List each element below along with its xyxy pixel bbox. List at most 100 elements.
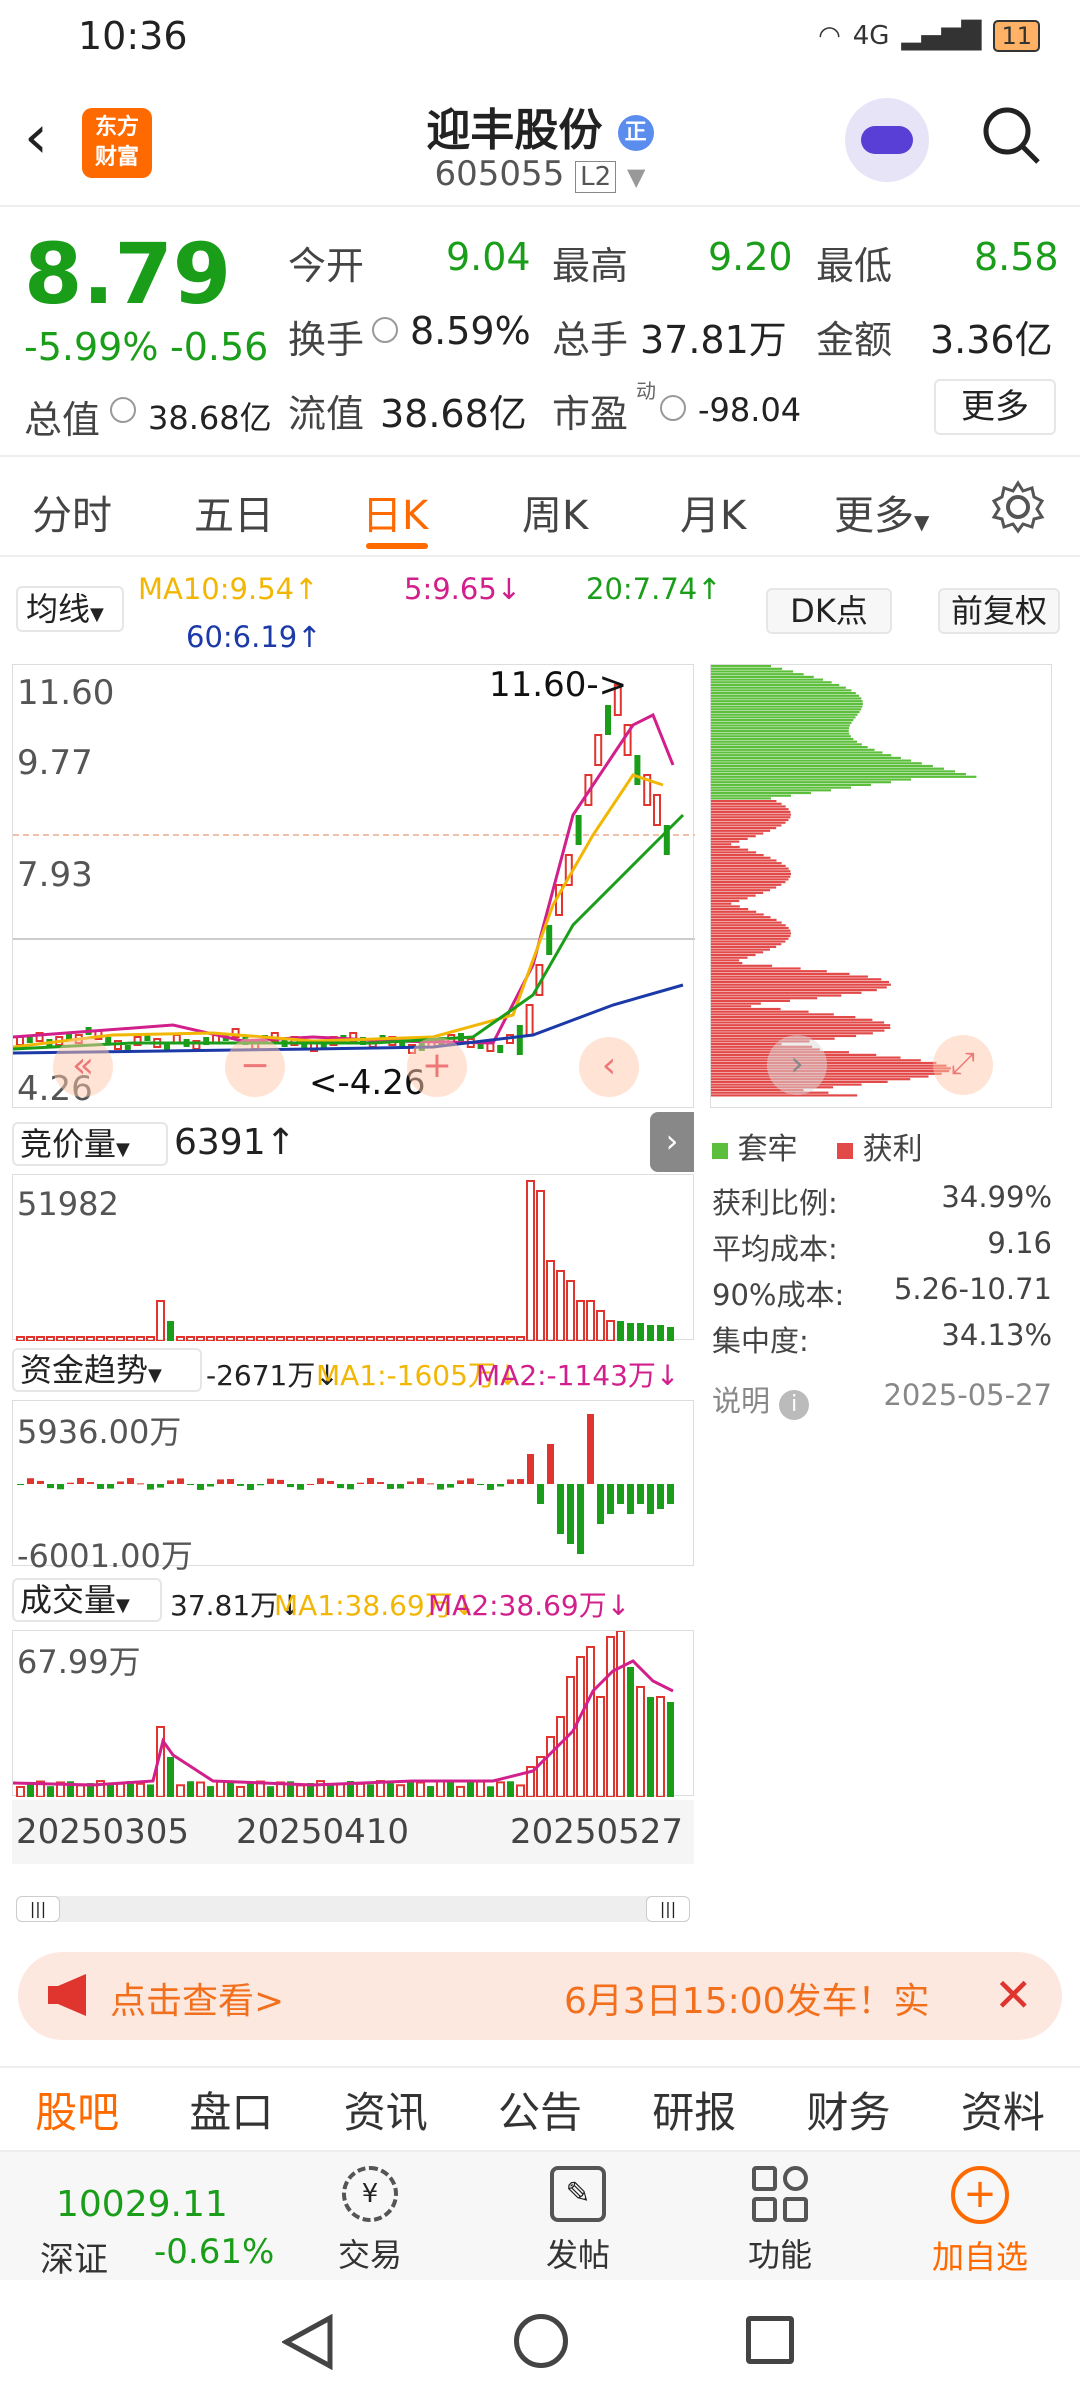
chip-bar bbox=[711, 905, 740, 908]
chip-bar bbox=[711, 875, 791, 878]
tab-five-day[interactable]: 五日 bbox=[194, 483, 274, 541]
chip-bar bbox=[711, 719, 854, 722]
volume-bar bbox=[16, 1786, 25, 1797]
chip-bar bbox=[711, 891, 764, 894]
tab-orderbook[interactable]: 盘口 bbox=[189, 2079, 273, 2140]
volume-bar bbox=[356, 1782, 365, 1797]
dk-point-button[interactable]: DK点 bbox=[766, 588, 892, 634]
fund-bar bbox=[597, 1484, 604, 1524]
chip-distribution-chart[interactable]: › ⤢ bbox=[710, 664, 1052, 1108]
fund-bar bbox=[407, 1481, 414, 1484]
chip-bar bbox=[711, 789, 831, 792]
function-button[interactable]: 功能 bbox=[738, 2166, 822, 2276]
tab-forum[interactable]: 股吧 bbox=[35, 2079, 119, 2140]
search-icon[interactable] bbox=[980, 104, 1042, 166]
zoom-in-icon[interactable]: + bbox=[407, 1037, 467, 1097]
adjust-button[interactable]: 前复权 bbox=[938, 588, 1060, 634]
settings-gear-icon[interactable] bbox=[990, 479, 1046, 539]
fund-bar bbox=[247, 1484, 254, 1490]
index-ticker[interactable]: 10029.11 深证 -0.61% bbox=[30, 2178, 290, 2280]
signal-icon: ▂▄▆█ bbox=[901, 21, 982, 51]
ma-selector[interactable]: 均线▼ bbox=[16, 586, 124, 632]
auction-bar bbox=[306, 1336, 315, 1341]
ma10-label: MA10:9.54↑ bbox=[138, 572, 319, 606]
volume-bar bbox=[456, 1785, 465, 1797]
tab-daily-k[interactable]: 日K bbox=[362, 483, 428, 541]
trade-button[interactable]: ¥ 交易 bbox=[330, 2166, 410, 2276]
tab-intraday[interactable]: 分时 bbox=[32, 483, 112, 541]
nav-back-icon[interactable] bbox=[280, 2313, 334, 2374]
more-button[interactable]: 更多 bbox=[934, 379, 1056, 435]
auction-bar bbox=[186, 1336, 195, 1341]
tab-research[interactable]: 研报 bbox=[652, 2079, 736, 2140]
tab-weekly-k[interactable]: 周K bbox=[522, 483, 588, 541]
fund-bar bbox=[427, 1483, 434, 1485]
scroll-prev-icon[interactable]: ‹ bbox=[579, 1037, 639, 1097]
tab-profile[interactable]: 资料 bbox=[961, 2079, 1045, 2140]
chip-bar bbox=[711, 1005, 752, 1008]
add-watchlist-button[interactable]: + 加自选 bbox=[920, 2166, 1040, 2278]
fund-bar bbox=[617, 1484, 624, 1504]
fund-bar bbox=[297, 1484, 304, 1490]
chip-bar bbox=[711, 937, 789, 940]
range-scrollbar[interactable]: ||| ||| bbox=[16, 1896, 690, 1922]
fund-bar bbox=[487, 1484, 494, 1490]
stat-value: 9.16 bbox=[987, 1226, 1052, 1260]
post-button[interactable]: ✎ 发帖 bbox=[536, 2166, 620, 2276]
volume-selector[interactable]: 成交量▼ bbox=[12, 1578, 162, 1622]
expand-icon[interactable]: ⤢ bbox=[933, 1035, 993, 1095]
auction-selector[interactable]: 竞价量▼ bbox=[12, 1122, 168, 1166]
fund-selector[interactable]: 资金趋势▼ bbox=[12, 1348, 202, 1392]
fund-bar bbox=[107, 1484, 114, 1489]
fund-bar bbox=[37, 1480, 44, 1484]
nav-home-icon[interactable] bbox=[514, 2314, 568, 2368]
chip-bar bbox=[711, 945, 777, 948]
chip-next-icon[interactable]: › bbox=[767, 1035, 827, 1095]
volume-chart: 67.99万 bbox=[12, 1630, 694, 1797]
close-icon[interactable]: ✕ bbox=[994, 1968, 1033, 2022]
robot-avatar[interactable] bbox=[845, 98, 929, 182]
promo-banner[interactable]: 点击查看> 6月3日15:00发车！实 ✕ bbox=[18, 1952, 1062, 2040]
current-price: 8.79 bbox=[24, 225, 232, 323]
chip-bar bbox=[711, 710, 860, 714]
tab-financials[interactable]: 财务 bbox=[807, 2079, 891, 2140]
auction-bar bbox=[566, 1280, 575, 1341]
volume-bar bbox=[167, 1757, 174, 1797]
chip-bar bbox=[711, 1064, 947, 1067]
auction-bar bbox=[106, 1336, 115, 1341]
mktcap-label: 总值 bbox=[24, 398, 101, 442]
plus-circle-icon: + bbox=[951, 2166, 1009, 2224]
tab-monthly-k[interactable]: 月K bbox=[680, 483, 746, 541]
date-label: 20250527 bbox=[510, 1812, 684, 1852]
range-handle-right[interactable]: ||| bbox=[646, 1896, 690, 1922]
zoom-out-icon[interactable]: − bbox=[225, 1037, 285, 1097]
note-link[interactable]: 说明 i bbox=[712, 1378, 810, 1424]
fund-bar bbox=[47, 1484, 54, 1489]
volume-bar bbox=[507, 1781, 514, 1797]
legend-trapped: 套牢 bbox=[737, 1132, 798, 1167]
auction-bar bbox=[376, 1336, 385, 1341]
tab-announcements[interactable]: 公告 bbox=[498, 2079, 582, 2140]
turnover-value: 8.59% bbox=[410, 309, 531, 353]
nav-recents-icon[interactable] bbox=[746, 2316, 794, 2364]
chip-bar bbox=[711, 991, 862, 994]
tab-more[interactable]: 更多▼ bbox=[834, 483, 929, 541]
tab-news[interactable]: 资讯 bbox=[344, 2079, 428, 2140]
ma20-label: 20:7.74↑ bbox=[586, 572, 722, 606]
open-label: 今开 bbox=[288, 244, 365, 288]
range-handle-left[interactable]: ||| bbox=[16, 1896, 60, 1922]
chip-bar bbox=[711, 678, 824, 681]
kline-chart[interactable]: 11.60 9.77 7.93 4.26 11.60-> <-4.26 « − … bbox=[12, 664, 695, 1109]
auction-bar bbox=[266, 1336, 275, 1341]
chip-bar bbox=[711, 897, 748, 900]
auction-bar bbox=[246, 1336, 255, 1341]
chip-bar bbox=[711, 894, 756, 897]
fund-bar bbox=[117, 1481, 124, 1484]
auction-bar bbox=[167, 1321, 174, 1341]
fund-bar bbox=[227, 1479, 234, 1484]
chevron-down-icon: ▼ bbox=[116, 1595, 130, 1616]
collapse-side-icon[interactable]: › bbox=[650, 1112, 694, 1172]
scroll-left-icon[interactable]: « bbox=[53, 1037, 113, 1097]
quote-panel: 8.79 -5.99% -0.56 总值 38.68亿 今开 9.04 最高 9… bbox=[0, 207, 1080, 457]
auction-bar bbox=[647, 1325, 654, 1341]
